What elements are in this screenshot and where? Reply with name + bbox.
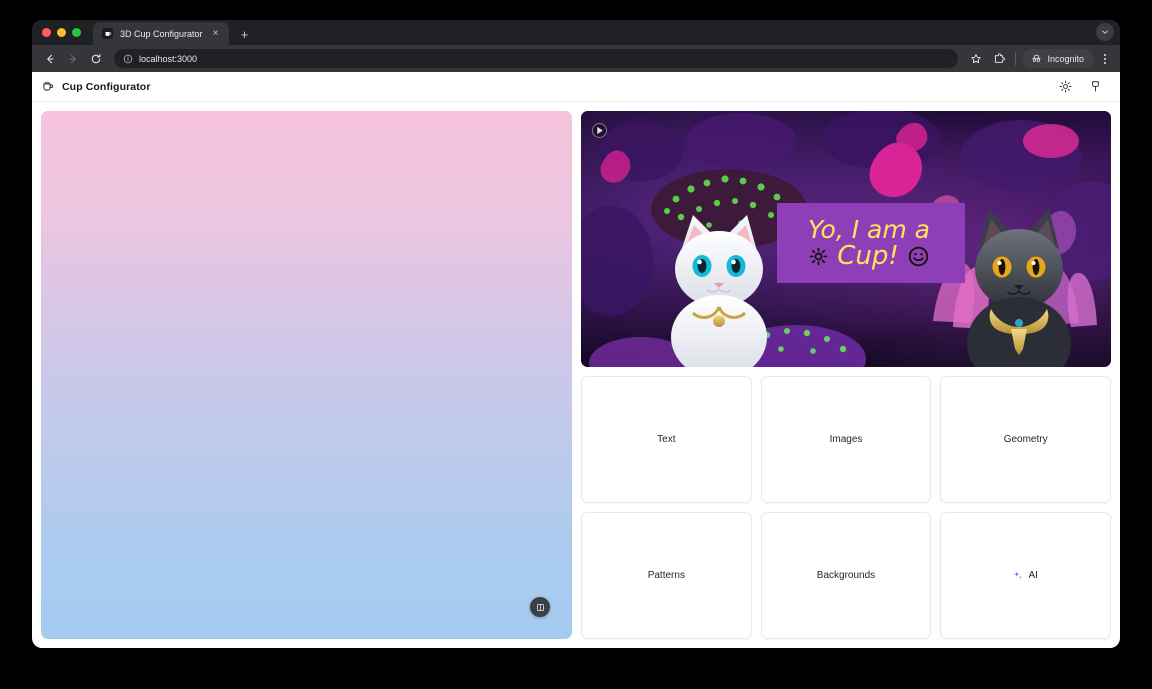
browser-toolbar: localhost:3000 Incognito: [32, 45, 1120, 72]
browser-window: 3D Cup Configurator × + localhost:3000 I…: [32, 20, 1120, 648]
cup-3d-preview[interactable]: [41, 111, 572, 639]
tab-strip: 3D Cup Configurator × +: [32, 20, 1120, 45]
sun-glyph-icon: [809, 247, 828, 266]
card-images[interactable]: Images: [760, 376, 932, 503]
incognito-label: Incognito: [1047, 53, 1084, 64]
cup-texture-artwork[interactable]: Yo, I am a Cup!: [581, 111, 1111, 367]
extensions-icon[interactable]: [989, 49, 1009, 69]
pin-icon[interactable]: [1088, 80, 1102, 94]
banner-text: Yo, I am a Cup!: [775, 203, 963, 283]
page-viewport: Cup Configurator Yo, I am a Cup! Text Im…: [32, 72, 1120, 648]
window-close-button[interactable]: [42, 28, 51, 37]
white-kitten-figure: [671, 215, 767, 367]
fullscreen-button[interactable]: [530, 597, 550, 617]
card-label: Geometry: [1003, 434, 1048, 445]
tool-card-grid: Text Images Geometry Patterns Background…: [581, 376, 1111, 639]
cup-icon: [42, 80, 55, 93]
new-tab-button[interactable]: +: [236, 25, 254, 43]
browser-tab[interactable]: 3D Cup Configurator ×: [93, 22, 229, 45]
window-maximize-button[interactable]: [72, 28, 81, 37]
tabstrip-chevron-down-icon[interactable]: [1096, 23, 1114, 41]
play-button[interactable]: [592, 123, 607, 138]
app-brand: Cup Configurator: [42, 80, 151, 93]
app-header: Cup Configurator: [32, 72, 1120, 102]
kebab-menu-icon[interactable]: [1096, 49, 1114, 69]
address-bar[interactable]: localhost:3000: [114, 49, 959, 68]
page-title: Cup Configurator: [62, 80, 151, 93]
window-traffic-lights: [40, 20, 87, 45]
smiley-glyph-icon: [908, 246, 929, 267]
window-minimize-button[interactable]: [57, 28, 66, 37]
card-backgrounds[interactable]: Backgrounds: [760, 512, 932, 639]
tab-title: 3D Cup Configurator: [120, 28, 203, 39]
card-text[interactable]: Text: [581, 376, 752, 503]
incognito-icon: [1031, 53, 1042, 64]
card-geometry[interactable]: Geometry: [940, 376, 1111, 503]
banner-line-2: Cup!: [837, 241, 899, 271]
card-label: AI: [1028, 570, 1038, 581]
card-label: Text: [657, 434, 676, 445]
sparkles-icon: [1013, 571, 1023, 581]
card-label: Backgrounds: [816, 570, 876, 581]
card-ai[interactable]: AI: [940, 512, 1111, 639]
sun-icon[interactable]: [1058, 80, 1072, 94]
forward-button[interactable]: [63, 49, 83, 69]
cup-favicon-icon: [102, 28, 113, 39]
info-circle-icon[interactable]: [123, 54, 133, 64]
address-bar-url: localhost:3000: [139, 53, 198, 64]
toolbar-divider: [1015, 52, 1017, 65]
right-column: Yo, I am a Cup! Text Images Geometry Pat…: [581, 111, 1111, 639]
incognito-indicator[interactable]: Incognito: [1022, 49, 1093, 68]
back-button[interactable]: [40, 49, 60, 69]
card-patterns[interactable]: Patterns: [581, 512, 752, 639]
main-content: Yo, I am a Cup! Text Images Geometry Pat…: [32, 102, 1120, 648]
card-label: Patterns: [647, 570, 685, 581]
header-actions: [1058, 80, 1102, 94]
star-icon[interactable]: [966, 49, 986, 69]
banner-line-1: Yo, I am a: [808, 215, 930, 244]
tab-close-icon[interactable]: ×: [210, 28, 222, 40]
reload-button[interactable]: [86, 49, 106, 69]
card-label: Images: [829, 434, 863, 445]
